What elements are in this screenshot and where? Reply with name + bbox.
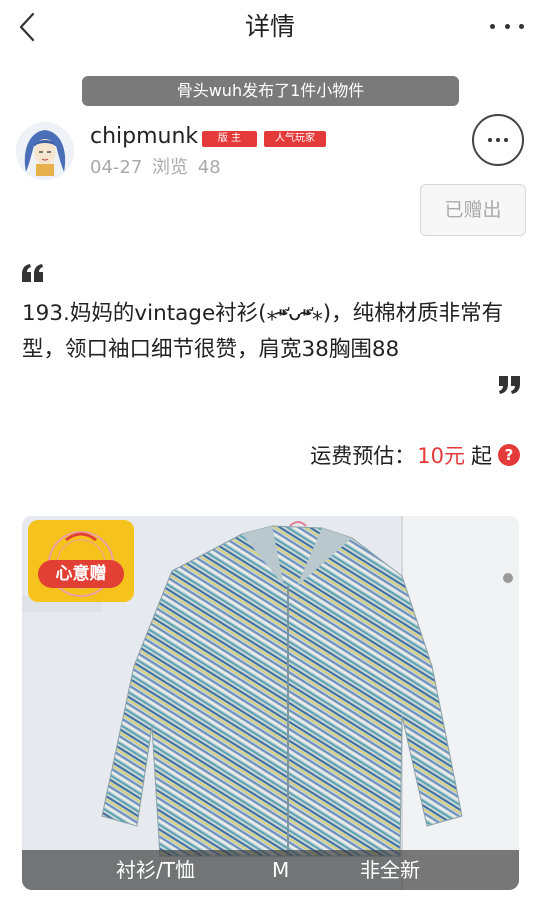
page-title: 详情 bbox=[244, 12, 295, 41]
publish-banner: 骨头wuh发布了1件小物件 bbox=[82, 76, 459, 106]
shipping-price: 10元 bbox=[417, 444, 465, 468]
more-dot bbox=[504, 23, 510, 29]
product-photo[interactable]: 心意赠 衬衫/T恤 M 非全新 bbox=[22, 516, 519, 890]
question-circle-icon[interactable]: ? bbox=[498, 444, 520, 466]
username[interactable]: chipmunk bbox=[90, 123, 198, 151]
post-meta: 04-27 浏览 48 bbox=[90, 156, 225, 180]
shipping-suffix: 起 bbox=[471, 444, 492, 468]
post-text: 193.妈妈的vintage衬衫(⁎⁍̴̛ᴗ⁍̴̛⁎)，纯棉材质非常有型，领口袖… bbox=[22, 301, 504, 362]
gift-tag: 心意赠 bbox=[28, 520, 134, 602]
avatar-image bbox=[16, 122, 74, 180]
more-horizontal-icon bbox=[490, 23, 495, 29]
gift-tag-label: 心意赠 bbox=[38, 560, 124, 588]
product-size: M bbox=[272, 858, 290, 882]
views-count: 48 bbox=[197, 157, 221, 178]
more-menu-button[interactable] bbox=[490, 14, 524, 38]
options-button[interactable] bbox=[472, 114, 524, 166]
product-attributes-bar: 衬衫/T恤 M 非全新 bbox=[22, 850, 519, 890]
quote-open-icon bbox=[22, 264, 43, 282]
more-dot bbox=[504, 138, 508, 142]
shipping-label: 运费预估： bbox=[310, 444, 416, 468]
gifted-button[interactable]: 已赠出 bbox=[420, 184, 526, 236]
product-category: 衬衫/T恤 bbox=[116, 858, 195, 882]
more-dot bbox=[519, 23, 524, 29]
views-label: 浏览 bbox=[152, 157, 189, 178]
popular-player-badge: 人气玩家 bbox=[264, 131, 326, 147]
more-circle-icon bbox=[488, 138, 492, 142]
quote-close-icon bbox=[499, 376, 520, 394]
shipping-estimate: 运费预估： 10元 起 ? bbox=[310, 440, 520, 470]
more-dot bbox=[496, 138, 500, 142]
moderator-badge: 版 主 bbox=[202, 131, 257, 147]
product-condition: 非全新 bbox=[360, 858, 420, 882]
post-date: 04-27 bbox=[90, 157, 143, 178]
avatar[interactable] bbox=[16, 122, 74, 180]
top-nav-bar: 详情 bbox=[0, 0, 540, 54]
